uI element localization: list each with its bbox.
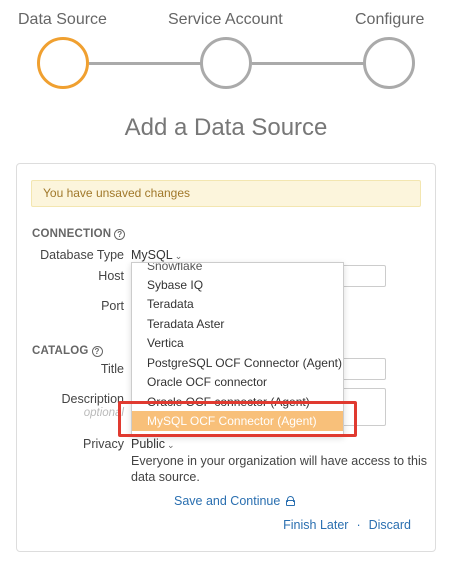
privacy-select[interactable]: Public ⌄ (131, 437, 175, 451)
database-type-select[interactable]: MySQL ⌄ (131, 248, 182, 262)
info-icon[interactable]: ? (114, 229, 126, 240)
step-label-service-account: Service Account (168, 11, 283, 28)
stepper-connector (252, 62, 365, 65)
dropdown-option[interactable]: Oracle OCF connector (Agent) (132, 392, 343, 412)
dropdown-option[interactable]: Sybase IQ (132, 275, 343, 295)
save-and-continue-label: Save and Continue (174, 494, 281, 508)
step-label-data-source: Data Source (18, 11, 107, 28)
dropdown-option[interactable]: Teradata (132, 294, 343, 314)
database-type-label: Database Type (40, 248, 124, 262)
step-circle-service-account[interactable] (200, 37, 252, 89)
lock-icon (285, 496, 295, 506)
catalog-section-text: CATALOG (32, 345, 89, 357)
title-label: Title (100, 362, 124, 376)
progress-stepper: Data Source Service Account Configure (0, 0, 452, 100)
host-label: Host (98, 269, 124, 283)
privacy-label: Privacy (83, 437, 124, 451)
privacy-description: Everyone in your organization will have … (131, 454, 427, 484)
dropdown-option-selected[interactable]: MySQL OCF Connector (Agent) (132, 411, 343, 431)
chevron-down-icon: ⌄ (174, 251, 183, 261)
page-title: Add a Data Source (124, 114, 328, 141)
finish-later-link[interactable]: Finish Later (283, 518, 348, 532)
stepper-connector (89, 62, 202, 65)
step-circle-configure[interactable] (363, 37, 415, 89)
step-label-configure: Configure (355, 11, 425, 28)
privacy-value: Public (131, 437, 166, 451)
catalog-section-label: CATALOG? (32, 345, 103, 357)
discard-link[interactable]: Discard (369, 518, 411, 532)
connection-section-text: CONNECTION (32, 228, 112, 240)
dropdown-option[interactable]: Teradata Aster (132, 314, 343, 334)
unsaved-changes-alert: You have unsaved changes (31, 180, 421, 207)
info-icon[interactable]: ? (91, 346, 103, 357)
connection-section-label: CONNECTION? (32, 228, 126, 240)
dropdown-option[interactable]: PostgreSQL OCF Connector (Agent) (132, 353, 343, 373)
description-label: Description (61, 392, 124, 406)
description-optional-hint: optional (83, 407, 124, 419)
dropdown-option[interactable]: Snowflake (132, 263, 343, 276)
database-type-value: MySQL (131, 248, 173, 262)
database-type-dropdown[interactable]: Snowflake Sybase IQ Teradata Teradata As… (131, 262, 344, 436)
link-separator: · (356, 518, 361, 532)
port-label: Port (101, 299, 124, 313)
save-and-continue-button[interactable]: Save and Continue (174, 494, 295, 508)
step-circle-data-source[interactable] (37, 37, 89, 89)
dropdown-option[interactable]: Oracle OCF connector (132, 372, 343, 392)
footer-links: Finish Later · Discard (283, 518, 411, 532)
chevron-down-icon: ⌄ (167, 440, 175, 450)
dropdown-option[interactable]: Vertica (132, 333, 343, 353)
